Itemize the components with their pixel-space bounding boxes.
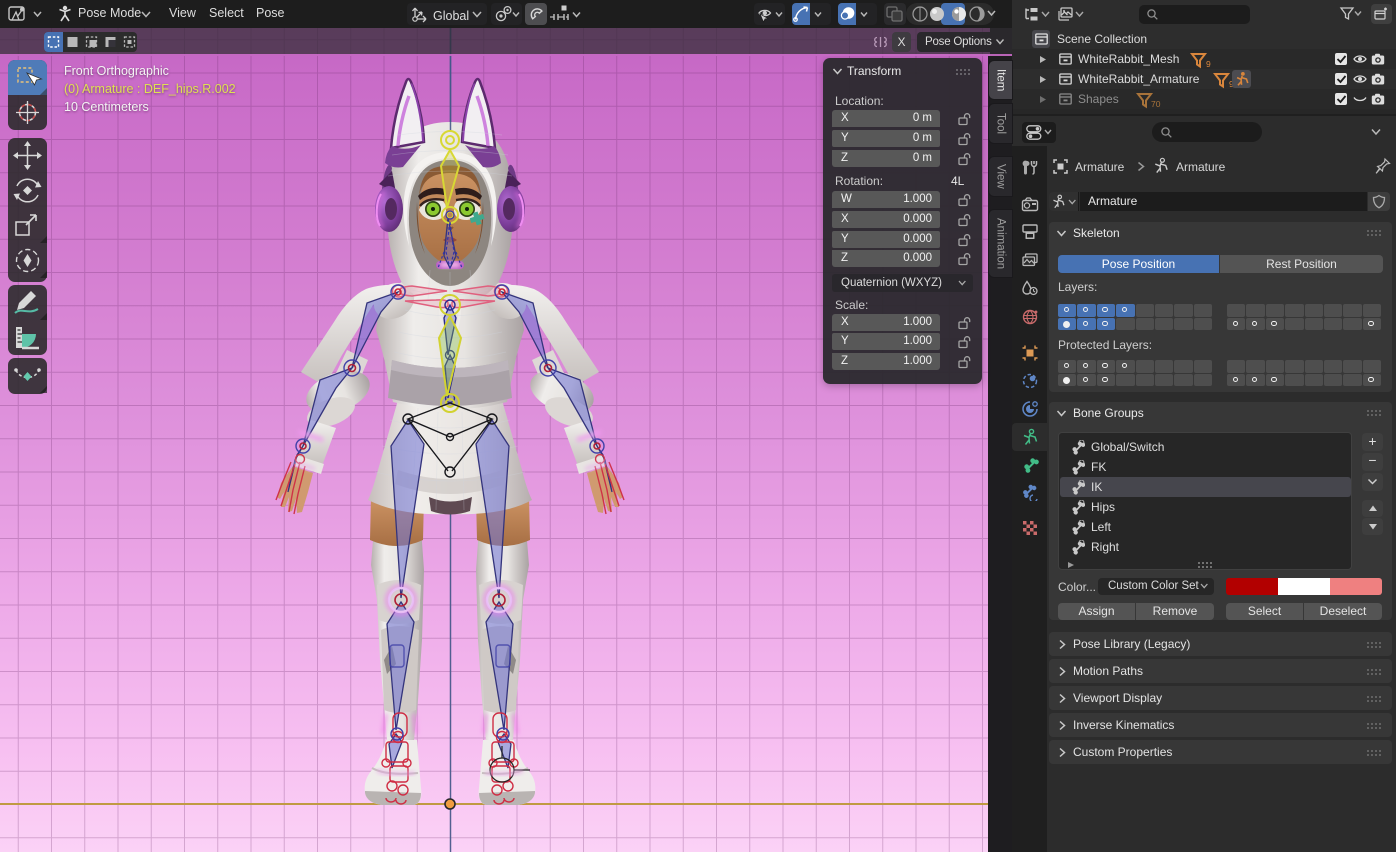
svg-text:9: 9 (1206, 59, 1211, 69)
svg-text:70: 70 (1151, 99, 1161, 109)
